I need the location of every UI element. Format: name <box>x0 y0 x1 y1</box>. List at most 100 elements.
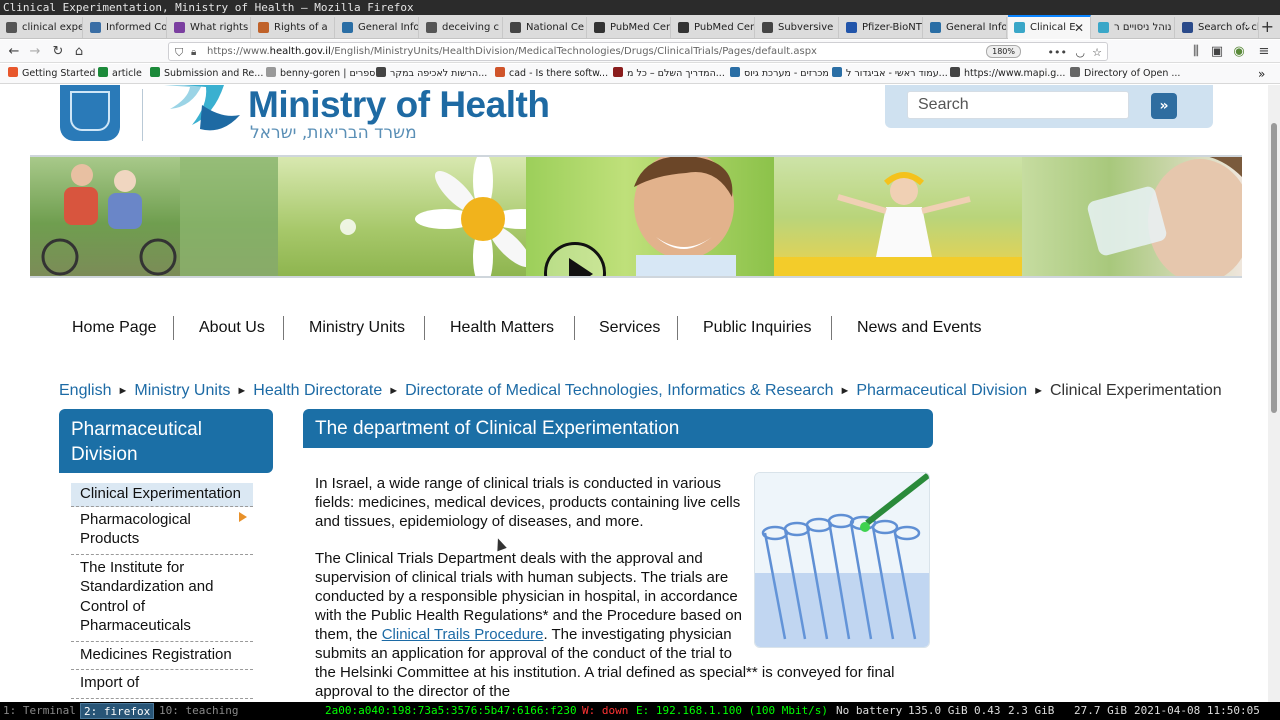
tab-15[interactable]: Search of: cl <box>1176 17 1259 38</box>
tab-6[interactable]: deceiving c <box>420 17 503 38</box>
bookmark-label: עמוד ראשי - אביגדור ל... <box>846 68 948 79</box>
ipv6-status: 2a00:a040:198:73a5:3576:5b47:6166:f230 <box>325 704 577 717</box>
tracking-protection-icon[interactable]: ⛉ <box>175 44 183 61</box>
site-subtitle: משרד הבריאות, ישראל <box>250 123 417 143</box>
bookmark-item[interactable]: https://www.mapi.g... <box>950 64 1065 84</box>
tab-9[interactable]: PubMed Cen <box>672 17 755 38</box>
sidebar-item[interactable]: Pharmacological Products <box>71 507 253 555</box>
bookmark-item[interactable]: benny-goren | ספרים <box>266 64 375 84</box>
window-title: Clinical Experimentation, Ministry of He… <box>0 0 1280 15</box>
tab-14[interactable]: נוהל ניסויים ר <box>1092 17 1175 38</box>
bookmark-item[interactable]: article <box>98 64 142 84</box>
tab-13[interactable]: Clinical E ✕ <box>1008 15 1091 39</box>
forward-button[interactable]: → <box>25 42 45 61</box>
tab-4[interactable]: Rights of a <box>252 17 335 38</box>
clinical-trials-procedure-link[interactable]: Clinical Trails Procedure <box>382 626 544 643</box>
url-bar[interactable]: ⛉ 🔒︎ https://www.health.gov.il/English/M… <box>168 42 1108 61</box>
nav-item-ministry-units[interactable]: Ministry Units <box>309 313 405 343</box>
nav-item-news-and-events[interactable]: News and Events <box>857 313 982 343</box>
tab-2[interactable]: Informed Co <box>84 17 167 38</box>
nav-item-about-us[interactable]: About Us <box>199 313 265 343</box>
hero-banner[interactable] <box>30 157 1242 278</box>
content-heading: The department of Clinical Experimentati… <box>303 409 933 448</box>
bookmark-item[interactable]: המדריך השלם – כל מ... <box>613 64 725 84</box>
bookmark-item[interactable]: Directory of Open ... <box>1070 64 1180 84</box>
bird-icon <box>1014 22 1025 33</box>
search-input[interactable]: Search <box>907 91 1129 119</box>
bookmark-item[interactable]: Submission and Re... <box>150 64 263 84</box>
tab-3[interactable]: What rights <box>168 17 251 38</box>
menu-icon[interactable]: ≡ <box>1254 42 1274 61</box>
bird-icon <box>1098 22 1109 33</box>
page-icon <box>258 22 269 33</box>
back-button[interactable]: ← <box>4 42 24 61</box>
nav-separator <box>283 316 284 340</box>
banner-photo-child-field <box>774 157 1022 276</box>
tab-12[interactable]: General Info <box>924 17 1007 38</box>
bookmark-item[interactable]: עמוד ראשי - אביגדור ל... <box>832 64 948 84</box>
nav-item-health-matters[interactable]: Health Matters <box>450 313 554 343</box>
workspace-1[interactable]: 1: Terminal <box>0 703 79 719</box>
bookmark-label: הרשות לאכיפה במקר... <box>390 68 488 79</box>
nav-item-services[interactable]: Services <box>599 313 660 343</box>
workspace-10[interactable]: 10: teaching <box>156 703 241 719</box>
bookmark-item[interactable]: הרשות לאכיפה במקר... <box>376 64 487 84</box>
page-viewport: Ministry of Health משרד הבריאות, ישראל S… <box>0 85 1268 702</box>
bookmark-item[interactable]: מכרזים - מערכת גיוס <box>730 64 829 84</box>
sidebar-item[interactable]: Clinical Experimentation <box>71 483 253 507</box>
banner-photo-woman-drinking <box>1022 157 1242 276</box>
sidebar-item[interactable]: Medicines Registration <box>71 642 253 670</box>
tab-5[interactable]: General Info <box>336 17 419 38</box>
bookmark-label: https://www.mapi.g... <box>964 68 1066 79</box>
nav-item-public-inquiries[interactable]: Public Inquiries <box>703 313 812 343</box>
home-button[interactable]: ⌂ <box>69 42 89 61</box>
tab-label: General Info <box>946 22 1007 33</box>
breadcrumb-link[interactable]: Ministry Units <box>134 382 230 399</box>
sidebar-icon[interactable]: ▣ <box>1207 42 1227 61</box>
site-title[interactable]: Ministry of Health <box>248 85 550 125</box>
page-actions-icon[interactable]: ••• <box>1048 44 1067 61</box>
nav-item-home-page[interactable]: Home Page <box>72 313 157 343</box>
bookmark-star-icon[interactable]: ☆ <box>1092 44 1102 61</box>
bookmarks-overflow-icon[interactable]: » <box>1258 64 1265 84</box>
library-icon[interactable]: ⫼ <box>1186 42 1206 61</box>
extension-icon[interactable]: ◉ <box>1229 42 1249 61</box>
breadcrumb-arrow-icon: ► <box>839 385 851 397</box>
tab-1[interactable]: clinical expe <box>0 17 83 38</box>
submenu-arrow-icon[interactable] <box>239 511 247 522</box>
battery-status: No battery <box>836 704 903 717</box>
breadcrumb-link[interactable]: Directorate of Medical Technologies, Inf… <box>405 382 833 399</box>
sidebar-item[interactable]: Import of <box>71 670 253 699</box>
sidebar-item[interactable]: The Institute for Standardization and Co… <box>71 555 253 642</box>
lock-icon[interactable]: 🔒︎ <box>191 44 196 61</box>
tab-8[interactable]: PubMed Cen <box>588 17 671 38</box>
disk-status: 135.0 GiB <box>908 704 968 717</box>
bookmark-favicon-icon <box>150 67 160 77</box>
reload-button[interactable]: ↻ <box>48 42 68 61</box>
bookmark-favicon-icon <box>376 67 386 77</box>
page-scrollbar[interactable] <box>1268 85 1280 702</box>
bookmark-item[interactable]: Getting Started <box>8 64 95 84</box>
clock: 2021-04-08 11:50:05 <box>1134 704 1260 717</box>
search-button[interactable]: » <box>1151 93 1177 119</box>
scrollbar-thumb[interactable] <box>1271 123 1277 413</box>
breadcrumb-link[interactable]: Health Directorate <box>253 382 382 399</box>
workspace-2[interactable]: 2: firefox <box>80 703 155 719</box>
breadcrumb-link[interactable]: Pharmaceutical Division <box>856 382 1027 399</box>
tab-label: Pfizer-BioNT <box>862 22 922 33</box>
breadcrumb-arrow-icon: ► <box>388 385 400 397</box>
ministry-bird-logo[interactable] <box>162 85 242 141</box>
page-icon <box>90 22 101 33</box>
tab-11[interactable]: Pfizer-BioNT <box>840 17 923 38</box>
new-tab-button[interactable]: + <box>1261 17 1274 37</box>
tab-10[interactable]: Subversive <box>756 17 839 38</box>
pocket-icon[interactable]: ◡ <box>1075 44 1085 61</box>
zoom-indicator[interactable]: 180% <box>986 45 1021 58</box>
state-emblem-logo[interactable] <box>60 85 120 141</box>
close-tab-icon[interactable]: ✕ <box>1074 17 1084 39</box>
bookmark-label: המדריך השלם – כל מ... <box>627 68 725 79</box>
bookmark-item[interactable]: cad - Is there softw... <box>495 64 608 84</box>
breadcrumb-link[interactable]: English <box>59 382 111 399</box>
bookmark-favicon-icon <box>98 67 108 77</box>
tab-7[interactable]: National Ce <box>504 17 587 38</box>
